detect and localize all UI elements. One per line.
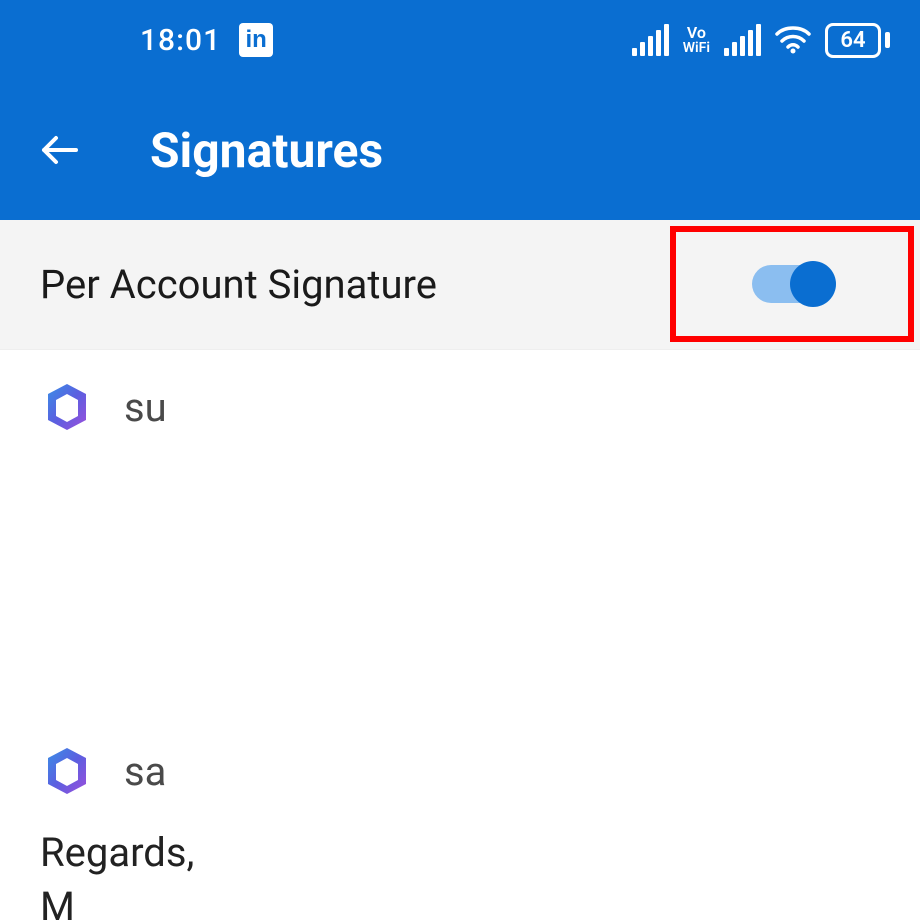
- setting-label: Per Account Signature: [40, 261, 437, 308]
- redacted-text: les@example.com: [166, 748, 494, 795]
- per-account-toggle[interactable]: [752, 265, 832, 303]
- status-bar-right: Vo WiFi 64: [632, 23, 890, 58]
- signal-icon: [632, 24, 669, 56]
- battery-icon: 64: [825, 23, 890, 58]
- app-bar: Signatures: [0, 80, 920, 220]
- toggle-knob: [790, 261, 836, 307]
- status-bar: 18:01 in Vo WiFi 64: [0, 0, 920, 80]
- status-time: 18:01: [140, 23, 221, 58]
- page-title: Signatures: [150, 122, 383, 179]
- account-email: sales@example.com: [124, 748, 495, 795]
- microsoft365-icon: [40, 380, 94, 434]
- setting-per-account-signature[interactable]: Per Account Signature: [0, 220, 920, 350]
- microsoft365-icon: [40, 744, 94, 798]
- accounts-list: support@example.com Regards, Manon: [0, 350, 920, 921]
- account-item[interactable]: support@example.com Regards, Manon: [0, 350, 920, 664]
- signature-preview: Regards, Manon: [40, 462, 880, 624]
- linkedin-icon: in: [239, 23, 273, 57]
- redacted-text: pport@example.com: [167, 384, 539, 431]
- vowifi-icon: Vo WiFi: [683, 25, 710, 55]
- annotation-highlight: [670, 226, 914, 342]
- account-item[interactable]: sales@example.com Regards, Ma Ma: [0, 714, 920, 921]
- account-header: sales@example.com: [40, 744, 880, 798]
- battery-level: 64: [825, 23, 881, 58]
- account-email: support@example.com: [124, 384, 539, 431]
- account-header: support@example.com: [40, 380, 880, 434]
- signal-icon-2: [724, 24, 761, 56]
- back-button[interactable]: [30, 120, 90, 180]
- wifi-icon: [775, 26, 811, 54]
- status-bar-left: 18:01 in: [140, 23, 273, 58]
- signature-preview: Regards, Ma Ma: [40, 826, 880, 921]
